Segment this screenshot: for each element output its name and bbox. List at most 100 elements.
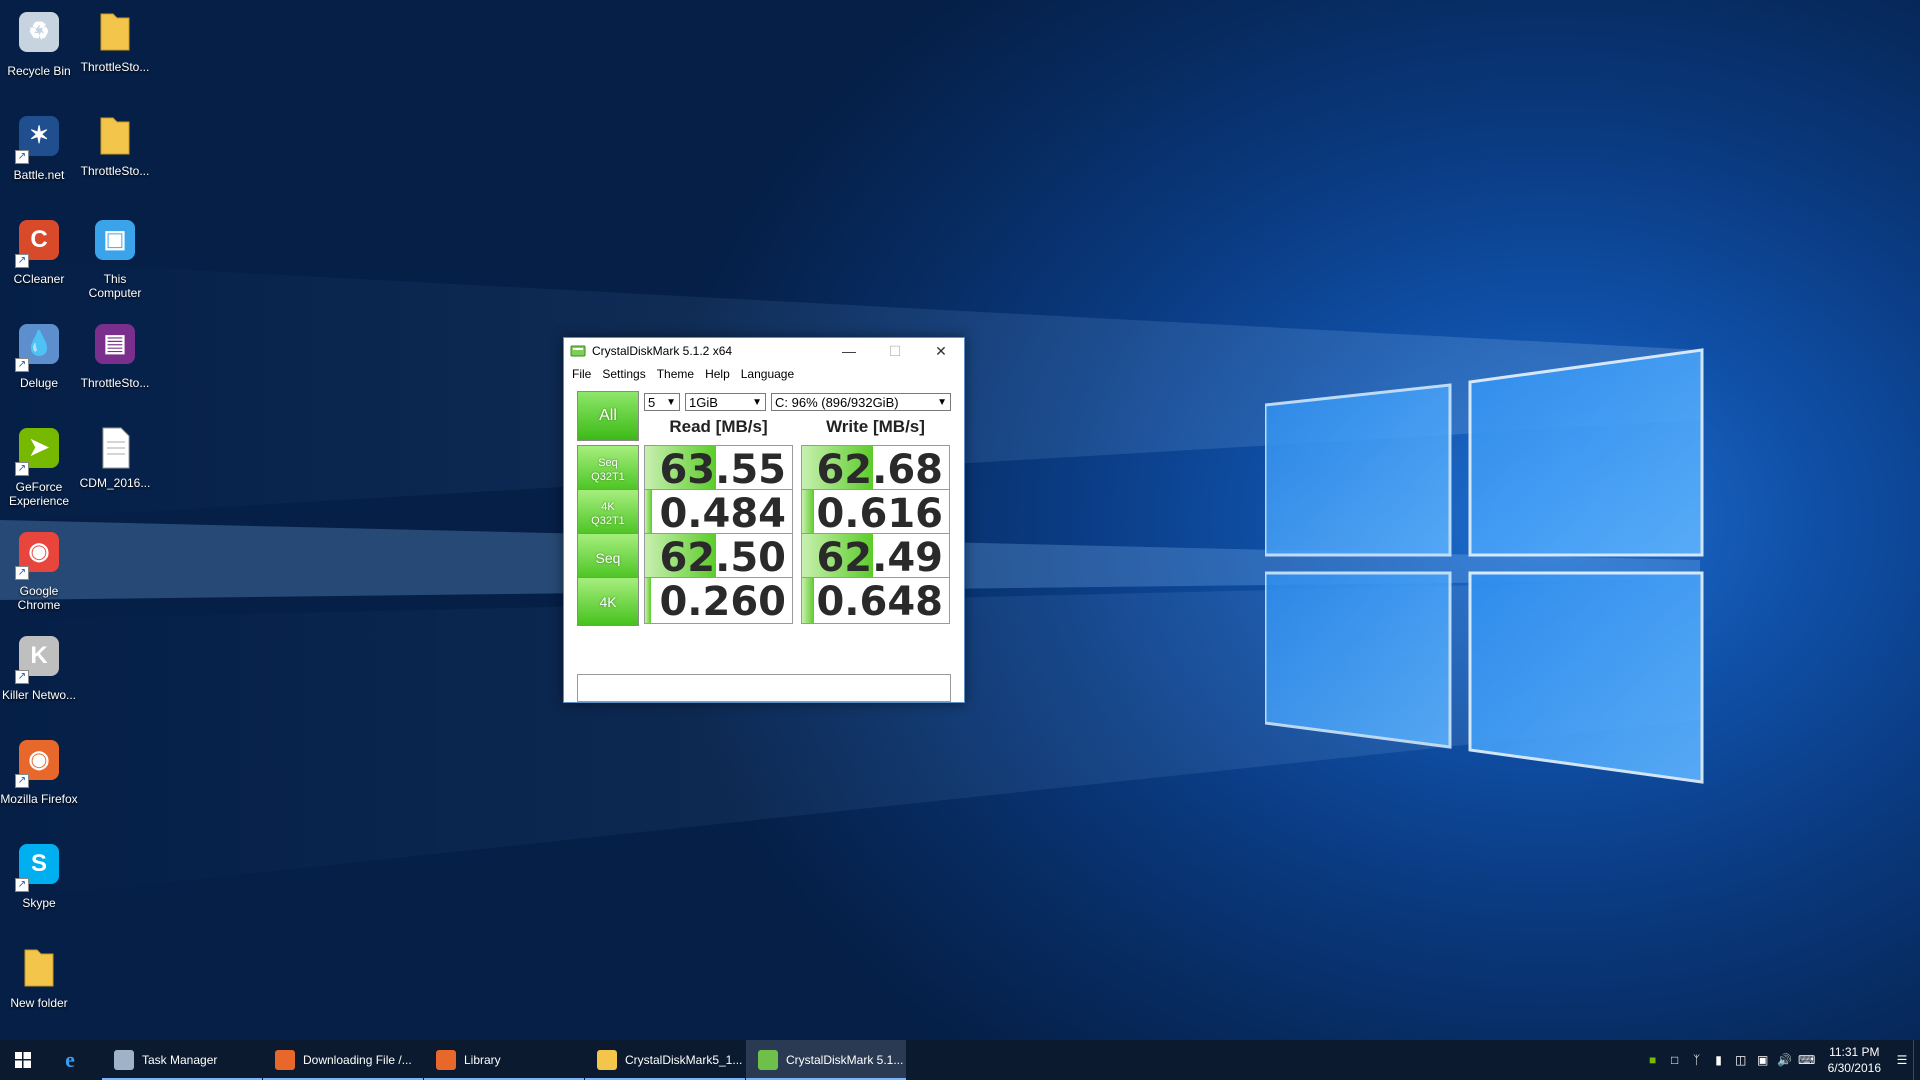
tray-app-icon[interactable]: □ [1664,1040,1686,1080]
desktop-icon[interactable]: New folder [0,944,78,1010]
crystaldiskmark-window[interactable]: CrystalDiskMark 5.1.2 x64 — ☐ ✕ File Set… [563,337,965,703]
title-bar[interactable]: CrystalDiskMark 5.1.2 x64 — ☐ ✕ [564,338,964,364]
test-size-select[interactable]: 1GiB ▼ [685,393,766,411]
windows-start-icon [15,1052,31,1068]
clock-date: 6/30/2016 [1827,1061,1881,1075]
task-manager-icon [114,1050,134,1070]
desktop-icon[interactable]: ➤ ↗ GeForce Experience [0,424,78,508]
close-button[interactable]: ✕ [918,338,964,364]
start-button[interactable] [0,1040,46,1080]
menu-theme[interactable]: Theme [653,367,701,381]
shortcut-arrow-icon: ↗ [15,670,29,684]
drive-select[interactable]: C: 96% (896/932GiB) ▼ [771,393,951,411]
test-button[interactable]: 4K [577,577,639,626]
shortcut-arrow-icon: ↗ [15,254,29,268]
write-result-cell: 0.616 [801,489,950,536]
shortcut-arrow-icon: ↗ [15,462,29,476]
taskbar-task-label: Library [464,1053,501,1067]
taskbar-task[interactable]: Downloading File /... [263,1040,423,1080]
test-count-value: 5 [648,395,656,410]
test-name: 4K [599,593,617,610]
crystaldiskmark-icon [570,345,586,357]
taskbar-task[interactable]: Library [424,1040,584,1080]
read-result-cell: 63.55 [644,445,793,492]
write-result-value: 62.49 [816,535,943,580]
firefox-icon [436,1050,456,1070]
volume-icon[interactable]: 🔊 [1774,1040,1796,1080]
power-icon[interactable]: ◫ [1730,1040,1752,1080]
desktop-icon[interactable]: 💧 ↗ Deluge [0,320,78,390]
desktop-icon[interactable]: S ↗ Skype [0,840,78,910]
test-button[interactable]: 4K Q32T1 [577,489,639,538]
desktop-icon[interactable]: ◉ ↗ Mozilla Firefox [0,736,78,806]
shortcut-arrow-icon: ↗ [15,566,29,580]
action-center-icon[interactable]: ☰ [1891,1040,1913,1080]
minimize-button[interactable]: — [826,338,872,364]
read-result-cell: 0.484 [644,489,793,536]
taskbar-task[interactable]: CrystalDiskMark 5.1... [746,1040,906,1080]
test-button[interactable]: Seq [577,533,639,582]
desktop-icon-label: GeForce Experience [8,480,70,508]
maximize-button[interactable]: ☐ [872,338,918,364]
edge-icon: e [65,1047,75,1072]
deluge-icon: 💧 ↗ [15,324,63,372]
test-size-value: 1GiB [689,395,718,410]
taskbar-task-label: Downloading File /... [303,1053,412,1067]
desktop-icon[interactable]: ThrottleSto... [76,8,154,74]
write-result-value: 0.648 [816,579,943,624]
read-result-cell: 62.50 [644,533,793,580]
read-result-value: 0.484 [659,491,786,536]
benchmark-panel: All 5 ▼ 1GiB ▼ C: 96% (896/932GiB) ▼ Rea… [564,384,964,702]
comment-field[interactable] [577,674,951,702]
system-tray: ■ □ ᛉ ▮ ◫ ▣ 🔊 ⌨ 11:31 PM 6/30/2016 ☰ [1642,1040,1920,1080]
crystaldiskmark-icon [758,1050,778,1070]
folder-icon [15,944,63,992]
menu-file[interactable]: File [568,367,598,381]
network-icon[interactable]: ▣ [1752,1040,1774,1080]
window-title: CrystalDiskMark 5.1.2 x64 [592,344,733,358]
desktop-icon[interactable]: ▣ This Computer [76,216,154,300]
shortcut-arrow-icon: ↗ [15,774,29,788]
read-result-cell: 0.260 [644,577,793,624]
battery-icon[interactable]: ▮ [1708,1040,1730,1080]
desktop-icon[interactable]: CDM_2016... [76,424,154,490]
test-name: 4K [601,500,615,513]
ccleaner-icon: C ↗ [15,220,63,268]
taskbar-task[interactable]: Task Manager [102,1040,262,1080]
write-result-cell: 0.648 [801,577,950,624]
edge-browser-button[interactable]: e [46,1040,94,1080]
recycle-bin-icon: ♻ [15,12,63,60]
menu-settings[interactable]: Settings [598,367,652,381]
folder-icon [597,1050,617,1070]
menu-help[interactable]: Help [701,367,737,381]
nvidia-tray-icon[interactable]: ■ [1642,1040,1664,1080]
write-result-bar [802,578,814,623]
show-desktop-button[interactable] [1913,1040,1920,1080]
read-result-bar [645,578,651,623]
clock[interactable]: 11:31 PM 6/30/2016 [1818,1044,1891,1076]
menu-language[interactable]: Language [737,367,801,381]
desktop-icon[interactable]: ▤ ThrottleSto... [76,320,154,390]
desktop-icon[interactable]: K ↗ Killer Netwo... [0,632,78,702]
desktop-icon-label: Battle.net [13,168,65,182]
firefox-icon [275,1050,295,1070]
read-column-header: Read [MB/s] [669,417,768,436]
bluetooth-icon[interactable]: ᛉ [1686,1040,1708,1080]
desktop-icon-label: Killer Netwo... [1,688,77,702]
test-name: Seq [598,456,618,469]
chevron-down-icon: ▼ [666,397,676,408]
desktop-icon[interactable]: ♻ Recycle Bin [0,8,78,78]
test-count-select[interactable]: 5 ▼ [644,393,680,411]
desktop-icon[interactable]: ThrottleSto... [76,112,154,178]
write-result-cell: 62.68 [801,445,950,492]
desktop-icon-label: CCleaner [13,272,65,286]
run-all-button[interactable]: All [577,391,639,441]
keyboard-icon[interactable]: ⌨ [1796,1040,1818,1080]
test-queue: Q32T1 [591,514,625,527]
desktop-icon[interactable]: ✶ ↗ Battle.net [0,112,78,182]
windows-logo-wallpaper [1265,348,1704,784]
desktop-icon[interactable]: C ↗ CCleaner [0,216,78,286]
desktop-icon[interactable]: ◉ ↗ Google Chrome [0,528,78,612]
test-button[interactable]: Seq Q32T1 [577,445,639,494]
taskbar-task[interactable]: CrystalDiskMark5_1... [585,1040,745,1080]
